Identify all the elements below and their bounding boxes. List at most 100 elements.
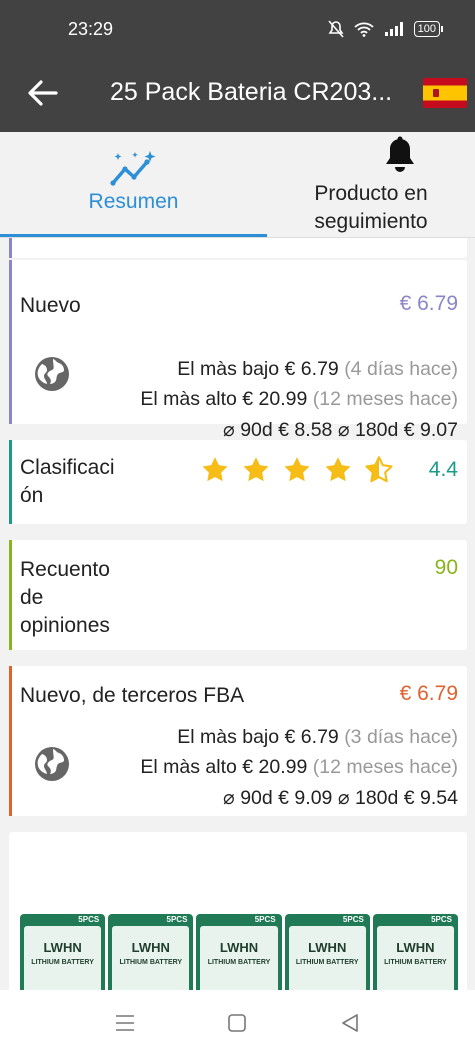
reviews-name-line2: de [20, 586, 44, 609]
product-image-card[interactable]: 5PCS LWHN LITHIUM BATTERY 5PCS LWHN LITH… [9, 832, 467, 990]
tab-resumen-label: Resumen [88, 190, 179, 213]
menu-icon[interactable] [115, 1014, 135, 1032]
average-row: ⌀ 90d € 8.58 ⌀ 180d € 9.07 [223, 418, 458, 442]
battery-level: 100 [413, 21, 440, 37]
battery-pack-size: 5PCS [254, 915, 276, 924]
avg90-value: € 9.09 [278, 787, 333, 809]
app-bar: 25 Pack Bateria CR203... [0, 62, 475, 132]
lowest-price: € 6.79 [284, 358, 339, 380]
back-icon[interactable] [341, 1014, 359, 1032]
page-title: 25 Pack Bateria CR203... [110, 78, 393, 106]
sparkle-chart-icon [110, 151, 156, 186]
avg180-value: € 9.54 [403, 787, 458, 809]
highest-when: (12 meses hace) [312, 388, 458, 410]
battery-pack-size: 5PCS [78, 915, 100, 924]
price-card-fba[interactable]: Nuevo, de terceros FBA € 6.79 El màs baj… [9, 666, 467, 816]
current-price: € 6.79 [399, 682, 458, 705]
back-arrow-icon[interactable] [26, 76, 60, 110]
highest-label: El màs alto [140, 388, 237, 410]
star-full-icon [284, 457, 310, 482]
globe-icon [35, 357, 69, 391]
average-row: ⌀ 90d € 9.09 ⌀ 180d € 9.54 [223, 786, 458, 810]
summary-list[interactable]: Nuevo € 6.79 El màs bajo € 6.79 (4 días … [0, 238, 475, 990]
tab-resumen[interactable]: Resumen [0, 132, 267, 238]
tab-bar: Resumen Producto en seguimiento [0, 132, 475, 238]
lowest-when: (3 días hace) [344, 726, 458, 748]
card-name: Nuevo, de terceros FBA [20, 684, 245, 707]
battery-pack: 5PCS LWHN LITHIUM BATTERY [196, 914, 282, 990]
current-price: € 6.79 [399, 292, 458, 315]
card-name: Recuento de opiniones [20, 556, 110, 640]
card-accent-bar [9, 666, 12, 816]
avg90-label: ⌀ 90d [223, 787, 273, 809]
battery-pack: 5PCS LWHN LITHIUM BATTERY [372, 914, 459, 990]
price-card-nuevo[interactable]: Nuevo € 6.79 El màs bajo € 6.79 (4 días … [9, 260, 467, 441]
battery-type: LITHIUM BATTERY [295, 959, 359, 966]
lowest-price-row: El màs bajo € 6.79 (3 días hace) [177, 726, 458, 749]
wifi-icon [354, 22, 374, 37]
status-time: 23:29 [68, 19, 114, 39]
card-accent-bar [9, 260, 12, 424]
highest-when: (12 meses hace) [312, 756, 458, 778]
lowest-when: (4 días hace) [344, 358, 458, 380]
mute-icon [328, 20, 344, 38]
battery-pack-size: 5PCS [342, 915, 364, 924]
lowest-price-row: El màs bajo € 6.79 (4 días hace) [177, 358, 458, 381]
highest-price-row: El màs alto € 20.99 (12 meses hace) [140, 388, 458, 411]
highest-price-row: El màs alto € 20.99 (12 meses hace) [140, 756, 458, 779]
tab-producto-label: Producto en seguimiento [267, 180, 475, 236]
battery-icon: 100 [413, 21, 443, 37]
review-count-card[interactable]: Recuento de opiniones 90 [9, 540, 467, 650]
reviews-name-line1: Recuento [20, 558, 110, 581]
battery-brand: LWHN [308, 940, 347, 955]
battery-type: LITHIUM BATTERY [384, 959, 447, 966]
lowest-label: El màs bajo [177, 358, 280, 380]
avg180-value: € 9.07 [403, 419, 458, 441]
tab-producto-line2: seguimiento [314, 210, 428, 233]
rating-name-line2: ón [20, 484, 44, 507]
card-accent-bar [9, 440, 12, 524]
battery-type: LITHIUM BATTERY [31, 959, 94, 966]
star-full-icon [202, 457, 228, 482]
battery-brand: LWHN [43, 940, 82, 955]
avg90-value: € 8.58 [278, 419, 333, 441]
avg180-label: ⌀ 180d [337, 419, 399, 441]
battery-pack: 5PCS LWHN LITHIUM BATTERY [20, 914, 106, 990]
avg90-label: ⌀ 90d [223, 419, 273, 441]
tab-producto-seguimiento[interactable]: Producto en seguimiento [267, 132, 475, 238]
signal-icon [384, 22, 403, 36]
highest-price: € 20.99 [242, 388, 308, 410]
battery-brand: LWHN [219, 940, 259, 955]
spain-flag-icon[interactable] [423, 78, 467, 108]
card-name: Nuevo [20, 294, 81, 317]
battery-pack-size: 5PCS [166, 915, 188, 924]
lowest-label: El màs bajo [177, 726, 280, 748]
lowest-price: € 6.79 [284, 726, 339, 748]
battery-type: LITHIUM BATTERY [207, 959, 271, 966]
battery-pack-size: 5PCS [431, 915, 453, 924]
battery-type: LITHIUM BATTERY [119, 959, 183, 966]
status-bar: 23:29 100 [0, 0, 475, 62]
rating-value: 4.4 [428, 458, 458, 481]
battery-brand: LWHN [396, 940, 435, 955]
rating-stars [201, 456, 393, 483]
card-accent-bar [9, 540, 12, 650]
review-count-value: 90 [434, 556, 458, 579]
partial-card [9, 238, 467, 258]
battery-pack: 5PCS LWHN LITHIUM BATTERY [108, 914, 194, 990]
home-icon[interactable] [228, 1014, 246, 1032]
star-half-icon [365, 456, 393, 483]
system-nav-bar [0, 990, 475, 1056]
star-full-icon [243, 457, 269, 482]
status-icons: 100 [328, 20, 443, 38]
highest-price: € 20.99 [242, 756, 308, 778]
tab-producto-line1: Producto en [314, 182, 428, 205]
reviews-name-line3: opiniones [20, 614, 110, 637]
rating-name-line1: Clasificaci [20, 456, 115, 479]
rating-card[interactable]: Clasificaci ón 4.4 [9, 440, 467, 524]
highest-label: El màs alto [140, 756, 237, 778]
globe-icon [35, 747, 69, 781]
battery-pack: 5PCS LWHN LITHIUM BATTERY [284, 914, 370, 990]
avg180-label: ⌀ 180d [337, 787, 399, 809]
product-image[interactable]: 5PCS LWHN LITHIUM BATTERY 5PCS LWHN LITH… [20, 914, 459, 990]
